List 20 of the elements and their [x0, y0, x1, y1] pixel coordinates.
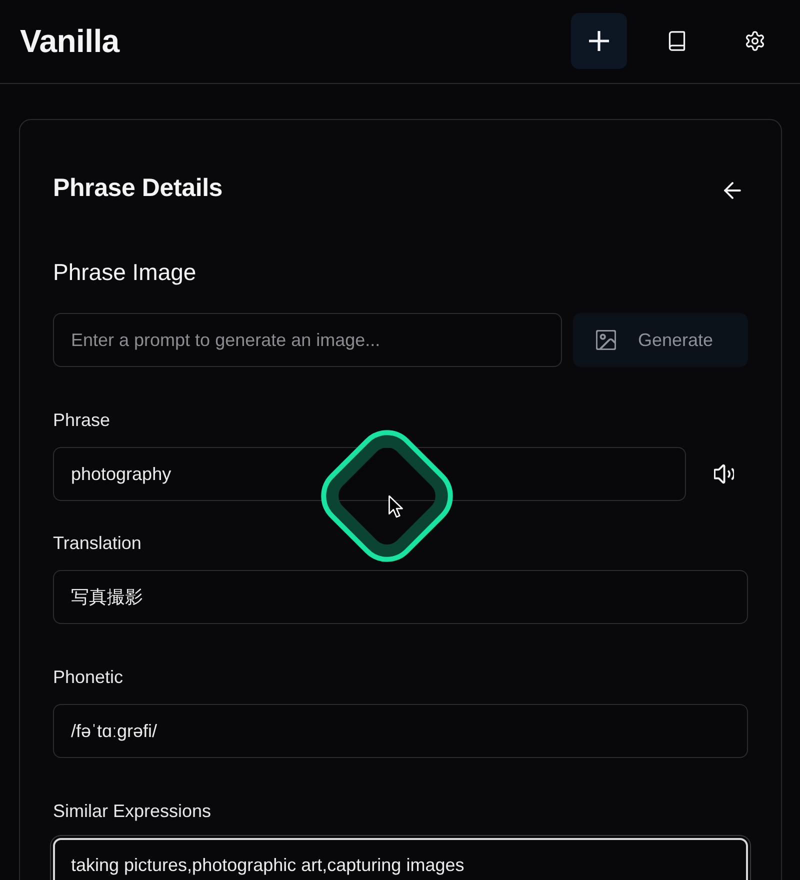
panel-title: Phrase Details — [53, 174, 223, 202]
text-field[interactable]: 写真撮影 — [53, 570, 748, 624]
plus-icon — [589, 30, 609, 50]
speaker-icon — [714, 464, 734, 484]
app-title: Vanilla — [20, 23, 120, 60]
field-label: Translation — [53, 532, 142, 554]
click-highlight-icon — [319, 428, 455, 564]
text-field[interactable]: photography — [53, 447, 686, 501]
image-icon — [596, 330, 616, 350]
field-label: Phonetic — [53, 666, 124, 688]
section-heading: Phrase Image — [53, 258, 198, 286]
field-label: Similar Expressions — [53, 800, 212, 822]
field-label: Phrase — [53, 409, 112, 431]
add-button[interactable] — [571, 12, 627, 68]
mouse-pointer-icon — [388, 495, 403, 518]
book-icon — [667, 30, 687, 50]
settings-icon — [745, 30, 765, 50]
text-field[interactable]: taking pictures,photographic art,capturing images — [53, 838, 748, 880]
prompt-field[interactable]: Enter a prompt to generate an image... — [53, 313, 562, 367]
text-field[interactable]: /fəˈtɑːgrəfi/ — [53, 704, 748, 758]
